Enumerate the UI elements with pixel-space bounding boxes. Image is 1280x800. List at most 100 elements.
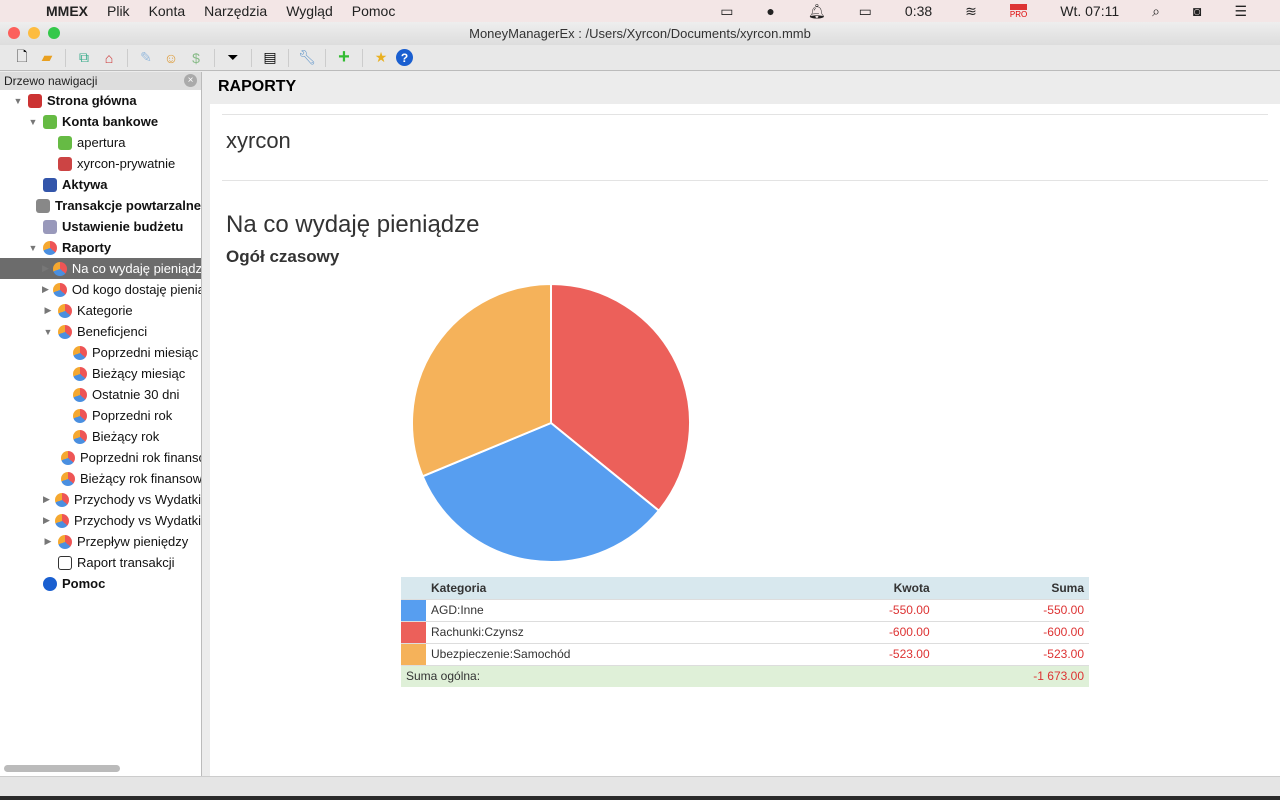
- close-button[interactable]: [8, 27, 20, 39]
- title-bar: MoneyManagerEx : /Users/Xyrcon/Documents…: [0, 22, 1280, 45]
- tree-item[interactable]: ▼ Beneficjenci: [0, 321, 201, 342]
- battery-icon[interactable]: ▭: [859, 3, 872, 20]
- tree-item[interactable]: ▼ Strona główna: [0, 90, 201, 111]
- tree-item[interactable]: ▶ Przepływ pieniędzy: [0, 531, 201, 552]
- pie-icon: [52, 282, 67, 297]
- chat-icon[interactable]: ●: [766, 3, 774, 19]
- expand-toggle-icon[interactable]: ▼: [27, 117, 39, 127]
- tree-item[interactable]: ▶ Od kogo dostaję pieniądze: [0, 279, 201, 300]
- expand-toggle-icon[interactable]: ▼: [27, 243, 39, 253]
- col-sum: Suma: [934, 577, 1089, 599]
- report-title: Na co wydaję pieniądze: [226, 211, 480, 238]
- table-row: Ubezpieczenie:Samochód -523.00 -523.00: [401, 642, 1089, 665]
- expand-toggle-icon[interactable]: ▶: [42, 494, 51, 505]
- tree-item[interactable]: Ustawienie budżetu: [0, 216, 201, 237]
- tree-item[interactable]: xyrcon-prywatnie: [0, 153, 201, 174]
- list-icon[interactable]: ☰: [1234, 3, 1247, 20]
- tree-item[interactable]: ▶ Przychody vs Wydatki: [0, 489, 201, 510]
- zoom-button[interactable]: [48, 27, 60, 39]
- wrench-icon[interactable]: 🔧︎: [297, 48, 317, 68]
- tree-item-label: Przepływ pieniędzy: [77, 534, 189, 549]
- clock[interactable]: Wt. 07:11: [1060, 3, 1119, 19]
- tree-item[interactable]: apertura: [0, 132, 201, 153]
- expand-toggle-icon[interactable]: ▶: [42, 305, 54, 316]
- tree-item[interactable]: ▶ Kategorie: [0, 300, 201, 321]
- minimize-button[interactable]: [28, 27, 40, 39]
- new-file-icon[interactable]: 🗋: [12, 48, 32, 68]
- home-icon[interactable]: ⌂: [99, 48, 119, 68]
- tag-icon[interactable]: ✎: [136, 48, 156, 68]
- open-folder-icon[interactable]: ▰: [37, 48, 57, 68]
- pie-icon: [43, 240, 57, 255]
- menu-konta[interactable]: Konta: [149, 3, 186, 19]
- expand-toggle-icon[interactable]: ▼: [12, 96, 24, 106]
- wifi-icon[interactable]: ≋: [965, 3, 977, 20]
- toolbar: 🗋 ▰ ⧉ ⌂ ✎ ☺ $ ⏷ ▤ 🔧︎ + ★ ?: [0, 45, 1280, 71]
- color-swatch: [401, 598, 426, 621]
- tree-item[interactable]: Bieżący rok finansowy: [0, 468, 201, 489]
- tree-item[interactable]: ▼ Raporty: [0, 237, 201, 258]
- tree-item-label: Raporty: [62, 240, 112, 255]
- tree-item-label: Od kogo dostaję pieniądze: [71, 282, 201, 297]
- table-row: Rachunki:Czynsz -600.00 -600.00: [401, 620, 1089, 643]
- user-icon[interactable]: ◙: [1193, 3, 1201, 19]
- menu-bar: MMEX Plik Konta Narzędzia Wygląd Pomoc ▭…: [0, 0, 1280, 22]
- category-cell: Rachunki:Czynsz: [426, 620, 806, 643]
- total-row: Suma ogólna: -1 673.00: [401, 664, 1089, 687]
- horizontal-scrollbar[interactable]: [4, 765, 120, 772]
- menu-plik[interactable]: Plik: [107, 3, 130, 19]
- payee-icon[interactable]: ☺: [161, 48, 181, 68]
- tree-item[interactable]: Pomoc: [0, 573, 201, 594]
- options-icon[interactable]: ▤: [260, 48, 280, 68]
- add-icon[interactable]: +: [334, 46, 354, 68]
- tree-item[interactable]: Poprzedni rok finansowy: [0, 447, 201, 468]
- close-panel-icon[interactable]: ×: [184, 74, 197, 87]
- display-icon[interactable]: ▭: [720, 3, 733, 20]
- tree-item[interactable]: Bieżący miesiąc: [0, 363, 201, 384]
- pie-icon: [73, 345, 87, 360]
- currency-icon[interactable]: $: [186, 48, 206, 68]
- filter-icon[interactable]: ⏷: [223, 48, 243, 68]
- flag-badge[interactable]: PRO: [1009, 3, 1028, 19]
- tree-item-label: Poprzedni rok finansowy: [80, 450, 201, 465]
- tree-item[interactable]: Aktywa: [0, 174, 201, 195]
- pie-icon: [52, 261, 67, 276]
- tree-item-label: Konta bankowe: [62, 114, 159, 129]
- tree-item[interactable]: Poprzedni rok: [0, 405, 201, 426]
- pie-icon: [73, 429, 87, 444]
- help-icon[interactable]: ?: [396, 49, 413, 66]
- search-icon[interactable]: ⌕: [1152, 3, 1160, 20]
- tree-item-label: Bieżący rok: [92, 429, 160, 444]
- pie-icon: [58, 534, 72, 549]
- money-red-icon: [58, 156, 72, 171]
- tree-item-label: Ostatnie 30 dni: [92, 387, 180, 402]
- battery-time[interactable]: 0:38: [905, 3, 932, 19]
- menu-pomoc[interactable]: Pomoc: [352, 3, 396, 19]
- tree-item[interactable]: Transakcje powtarzalne: [0, 195, 201, 216]
- tree-item[interactable]: Raport transakcji: [0, 552, 201, 573]
- menu-app[interactable]: MMEX: [46, 3, 88, 19]
- tree-item[interactable]: Bieżący rok: [0, 426, 201, 447]
- tree-item-label: Bieżący rok finansowy: [80, 471, 201, 486]
- expand-toggle-icon[interactable]: ▶: [42, 536, 54, 547]
- money-icon: [43, 114, 57, 129]
- menu-narzedzia[interactable]: Narzędzia: [204, 3, 267, 19]
- expand-toggle-icon[interactable]: ▶: [42, 284, 49, 295]
- expand-toggle-icon[interactable]: ▶: [42, 263, 49, 274]
- tree-item[interactable]: ▶ Przychody vs Wydatki: [0, 510, 201, 531]
- tree-item-label: Transakcje powtarzalne: [55, 198, 201, 213]
- tree-item[interactable]: Poprzedni miesiąc: [0, 342, 201, 363]
- notification-icon[interactable]: 🔔︎: [808, 3, 826, 20]
- home-icon: [28, 93, 42, 108]
- tree-item[interactable]: Ostatnie 30 dni: [0, 384, 201, 405]
- expand-toggle-icon[interactable]: ▶: [42, 515, 51, 526]
- tree-item-label: Pomoc: [62, 576, 106, 591]
- new-account-icon[interactable]: ⧉: [74, 48, 94, 68]
- expand-toggle-icon[interactable]: ▼: [42, 327, 54, 337]
- navigation-tree-panel: Drzewo nawigacji × ▼ Strona główna ▼ Konta …: [0, 72, 202, 776]
- star-icon[interactable]: ★: [371, 48, 391, 68]
- tree-item[interactable]: ▶ Na co wydaję pieniądze: [0, 258, 201, 279]
- menu-wyglad[interactable]: Wygląd: [286, 3, 333, 19]
- tree-item[interactable]: ▼ Konta bankowe: [0, 111, 201, 132]
- tree-item-label: Kategorie: [77, 303, 133, 318]
